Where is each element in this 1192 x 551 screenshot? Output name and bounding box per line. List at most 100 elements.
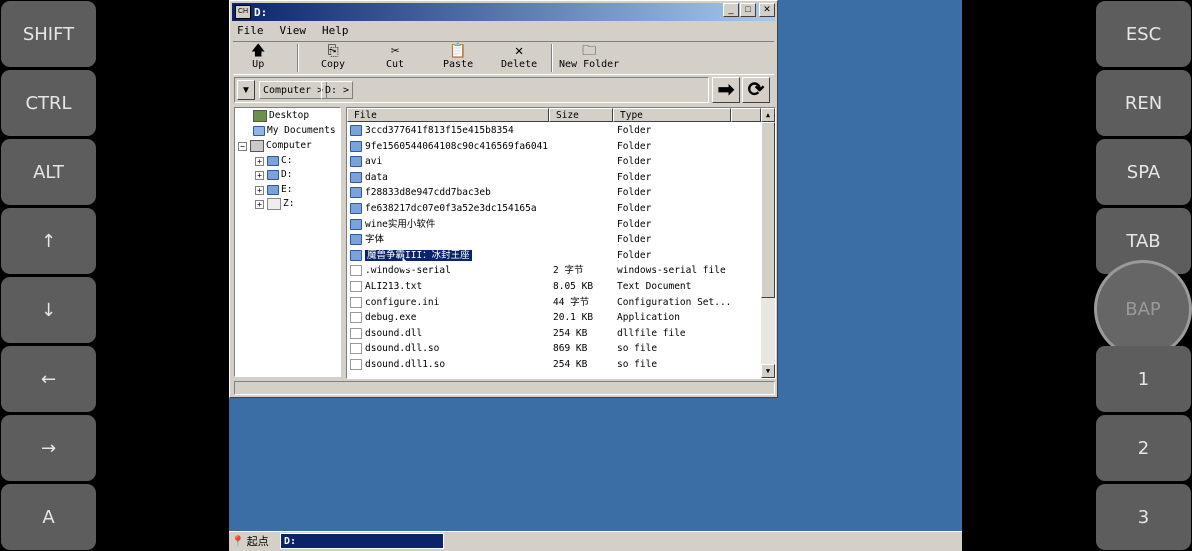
folder-row[interactable]: wine实用小软件 Folder — [347, 217, 761, 233]
up-label: Up — [252, 59, 265, 70]
scroll-thumb[interactable] — [761, 122, 775, 298]
column-header-file[interactable]: File — [347, 108, 549, 122]
folder-icon — [350, 156, 362, 168]
computer-icon — [250, 140, 264, 152]
spa-key[interactable]: SPA — [1096, 139, 1191, 205]
row-size: 8.05 KB — [553, 280, 594, 292]
row-type: Folder — [617, 249, 652, 261]
folder-row[interactable]: avi Folder — [347, 154, 761, 170]
start-pin-icon: 📍 — [231, 534, 245, 548]
tree-item-drive-c[interactable]: + C: — [255, 154, 292, 168]
arrow-up-key[interactable]: ↑ — [1, 208, 96, 274]
vertical-scrollbar[interactable]: ▲ ▼ — [761, 108, 775, 378]
key-3[interactable]: 3 — [1096, 484, 1191, 550]
start-button[interactable]: 📍 起点 — [231, 533, 277, 549]
folder-row[interactable]: data Folder — [347, 170, 761, 186]
row-type: Folder — [617, 234, 652, 246]
folder-row[interactable]: 字体 Folder — [347, 232, 761, 248]
menu-view[interactable]: View — [277, 23, 310, 38]
tree-item-desktop[interactable]: Desktop — [253, 109, 309, 123]
column-header-type[interactable]: Type — [613, 108, 731, 122]
expand-icon[interactable]: + — [255, 170, 264, 180]
breadcrumb-computer[interactable]: Computer > — [259, 81, 328, 99]
row-type: Text Document — [617, 280, 692, 292]
copy-button[interactable]: ⎘ Copy — [321, 43, 345, 73]
up-button[interactable]: 🡅 Up — [251, 43, 265, 73]
folder-row[interactable]: f28833d8e947cdd7bac3eb Folder — [347, 185, 761, 201]
row-name: 3ccd377641f813f15e415b8354 — [365, 125, 514, 136]
delete-button[interactable]: ✕ Delete — [501, 43, 537, 73]
ctrl-key[interactable]: CTRL — [1, 70, 96, 136]
file-icon — [350, 327, 362, 339]
tree-item-drive-d[interactable]: + D: — [255, 168, 292, 182]
row-type: Folder — [617, 187, 652, 199]
paste-icon: 📋 — [449, 43, 467, 59]
arrow-down-key[interactable]: ↓ — [1, 277, 96, 343]
tree-item-computer[interactable]: − Computer — [238, 139, 312, 153]
row-type: Folder — [617, 156, 652, 168]
folder-row[interactable]: fe638217dc07e0f3a52e3dc154165a Folder — [347, 201, 761, 217]
taskbar-item-d-drive[interactable]: D: — [280, 533, 444, 549]
expand-icon[interactable]: + — [255, 199, 264, 209]
file-row[interactable]: dsound.dll1.so 254 KB so file — [347, 357, 761, 373]
arrow-left-key[interactable]: ← — [1, 346, 96, 412]
row-type: Folder — [617, 218, 652, 230]
key-2[interactable]: 2 — [1096, 415, 1191, 481]
tree-label: Desktop — [269, 110, 310, 121]
paste-button[interactable]: 📋 Paste — [443, 43, 473, 73]
refresh-icon[interactable]: ⟳ — [742, 77, 770, 103]
column-header-size[interactable]: Size — [549, 108, 613, 122]
close-button[interactable]: ✕ — [759, 3, 775, 17]
breadcrumb-d-drive[interactable]: D: > — [321, 81, 354, 99]
alt-key[interactable]: ALT — [1, 139, 96, 205]
file-row[interactable]: debug.exe 20.1 KB Application — [347, 310, 761, 326]
new-folder-button[interactable]: 🗀 New Folder — [559, 43, 619, 73]
go-arrow-icon[interactable]: ➡ — [712, 77, 740, 103]
scroll-down-icon[interactable]: ▼ — [761, 364, 775, 378]
expand-icon[interactable]: + — [255, 156, 264, 166]
folder-icon — [350, 140, 362, 152]
cut-button[interactable]: ✂ Cut — [386, 43, 404, 73]
scroll-up-icon[interactable]: ▲ — [761, 108, 775, 122]
folder-row[interactable]: 9fe1560544064108c90c416569fa6041 Folder — [347, 139, 761, 155]
row-name: f28833d8e947cdd7bac3eb — [365, 187, 491, 199]
cut-label: Cut — [386, 59, 405, 70]
arrow-right-key[interactable]: → — [1, 415, 96, 481]
collapse-icon[interactable]: − — [238, 141, 247, 151]
ren-key[interactable]: REN — [1096, 70, 1191, 136]
address-dropdown-icon[interactable]: ▼ — [237, 80, 255, 100]
expand-icon[interactable]: + — [255, 185, 264, 195]
menu-help[interactable]: Help — [319, 23, 352, 38]
a-key[interactable]: A — [1, 484, 96, 550]
row-name: ALI213.txt — [365, 280, 423, 292]
esc-key[interactable]: ESC — [1096, 1, 1191, 67]
row-type: Folder — [617, 125, 652, 136]
bap-key[interactable]: BAP — [1094, 260, 1192, 358]
drive-folder-icon — [267, 156, 279, 166]
file-row[interactable]: configure.ini 44 字节 Configuration Set... — [347, 295, 761, 311]
folder-row[interactable]: 3ccd377641f813f15e415b8354 Folder — [347, 123, 761, 139]
row-name: wine实用小软件 — [365, 218, 436, 230]
file-rows: 3ccd377641f813f15e415b8354 Folder 9fe15605… — [347, 123, 761, 373]
file-row[interactable]: dsound.dll 254 KB dllfile file — [347, 326, 761, 342]
row-size: 44 字节 — [553, 296, 590, 308]
file-icon — [350, 265, 362, 277]
file-row[interactable]: ALI213.txt 8.05 KB Text Document — [347, 279, 761, 295]
up-arrow-icon: 🡅 — [251, 43, 266, 59]
address-bar[interactable]: ▼ Computer > D: > — [234, 77, 709, 103]
minimize-button[interactable]: _ — [723, 3, 739, 17]
shift-key[interactable]: SHIFT — [1, 1, 96, 67]
menu-file[interactable]: File — [234, 23, 267, 38]
title-bar[interactable]: CH D: — [232, 3, 775, 21]
maximize-button[interactable]: □ — [740, 3, 756, 17]
tree-item-my-documents[interactable]: My Documents — [253, 124, 336, 138]
tree-item-drive-e[interactable]: + E: — [255, 183, 292, 197]
file-row[interactable]: dsound.dll.so 869 KB so file — [347, 341, 761, 357]
tree-item-drive-z[interactable]: + Z: — [255, 197, 294, 211]
key-1[interactable]: 1 — [1096, 346, 1191, 412]
row-type: so file — [617, 343, 658, 355]
file-list: File Size Type 3ccd377641f813f15e415b835… — [346, 107, 776, 379]
menu-bar: File View Help — [234, 23, 352, 38]
file-icon — [350, 296, 362, 308]
window-icon: CH — [235, 5, 251, 19]
